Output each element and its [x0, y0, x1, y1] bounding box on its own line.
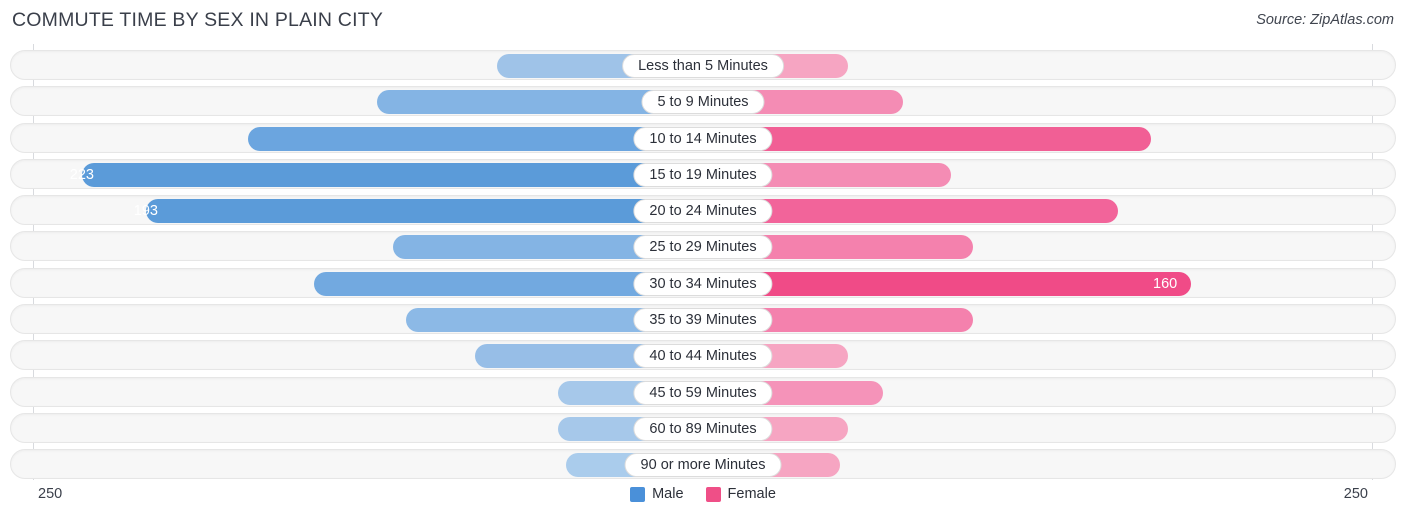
category-label: 10 to 14 Minutes	[633, 126, 773, 151]
chart-plot-area: 260Less than 5 Minutes 85265 to 9 Minutes…	[0, 44, 1406, 480]
category-label: 5 to 9 Minutes	[641, 90, 765, 115]
category-label: 40 to 44 Minutes	[633, 344, 773, 369]
category-label: 60 to 89 Minutes	[633, 416, 773, 441]
legend-item[interactable]: Female	[705, 486, 776, 502]
category-label: 15 to 19 Minutes	[633, 162, 773, 187]
table-row: 2234415 to 19 Minutes	[10, 158, 1396, 189]
category-label: Less than 5 Minutes	[622, 54, 784, 78]
legend-label: Female	[727, 486, 776, 502]
legend-swatch-icon	[705, 486, 721, 502]
legend-swatch-icon	[630, 486, 646, 502]
source-attribution: Source: ZipAtlas.com	[1256, 12, 1394, 28]
category-label: 30 to 34 Minutes	[633, 271, 773, 296]
male-bar	[146, 199, 703, 224]
male-value-label: 193	[133, 203, 158, 220]
table-row: 14614210 to 14 Minutes	[10, 122, 1396, 153]
category-label: 90 or more Minutes	[624, 453, 782, 478]
chart-legend: Male Female	[0, 486, 1406, 502]
table-row: 715335 to 39 Minutes	[10, 304, 1396, 335]
male-bar	[82, 162, 703, 187]
bar-rows: 260Less than 5 Minutes 85265 to 9 Minutes…	[10, 50, 1396, 486]
female-bar	[703, 271, 1191, 296]
legend-item[interactable]: Male	[630, 486, 684, 502]
table-row: 775325 to 29 Minutes	[10, 231, 1396, 262]
table-row: 37040 to 44 Minutes	[10, 340, 1396, 371]
category-label: 35 to 39 Minutes	[633, 308, 773, 333]
category-label: 45 to 59 Minutes	[633, 380, 773, 405]
legend-label: Male	[652, 486, 684, 502]
male-value-label: 223	[69, 166, 94, 183]
table-row: 0090 or more Minutes	[10, 449, 1396, 480]
chart-header: COMMUTE TIME BY SEX IN PLAIN CITY Source…	[0, 0, 1406, 44]
table-row: 19313020 to 24 Minutes	[10, 195, 1396, 226]
chart-footer: 250 250 Male Female	[0, 480, 1406, 522]
category-label: 20 to 24 Minutes	[633, 199, 773, 224]
page-title: COMMUTE TIME BY SEX IN PLAIN CITY	[12, 9, 384, 31]
table-row: 260Less than 5 Minutes	[10, 50, 1396, 80]
category-label: 25 to 29 Minutes	[633, 235, 773, 260]
table-row: 85265 to 9 Minutes	[10, 86, 1396, 117]
table-row: 11416030 to 34 Minutes	[10, 267, 1396, 298]
table-row: 01645 to 59 Minutes	[10, 376, 1396, 407]
female-value-label: 160	[1153, 275, 1178, 292]
table-row: 0060 to 89 Minutes	[10, 412, 1396, 443]
